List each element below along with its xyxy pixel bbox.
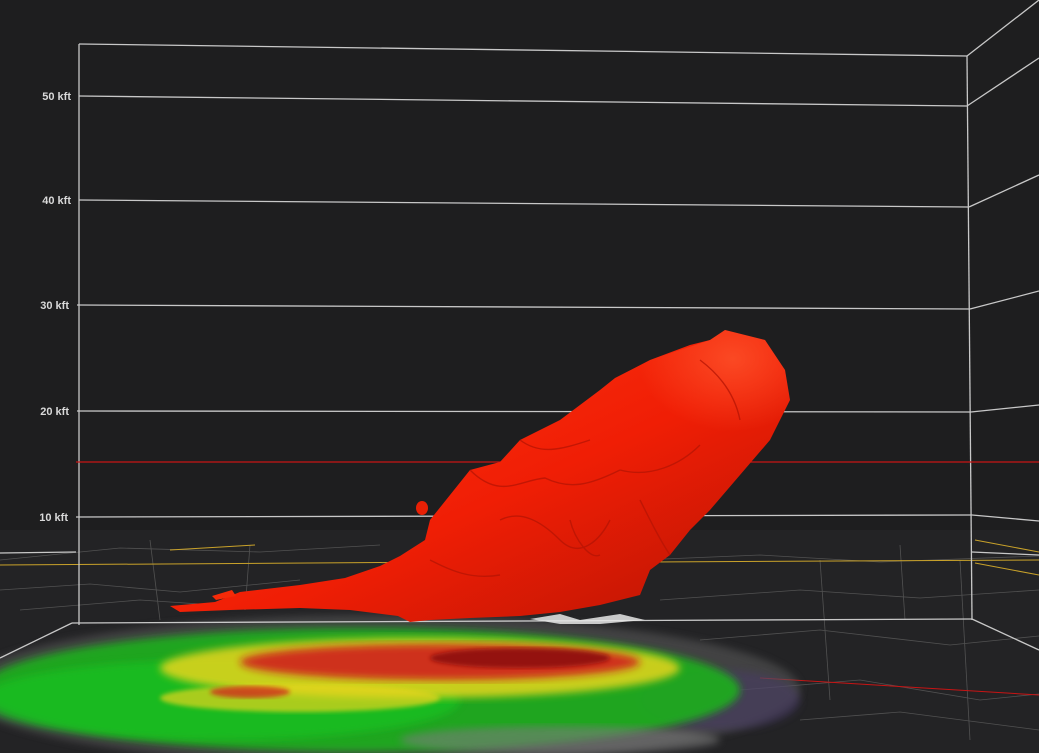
radar-3d-viewport[interactable]: 50 kft 40 kft 30 kft 20 kft 10 kft — [0, 0, 1039, 753]
altitude-label-10: 10 kft — [39, 512, 68, 524]
grid-line-50 — [78, 95, 968, 107]
grid-line-40 — [78, 199, 970, 208]
box-back-top-edge — [966, 0, 1039, 57]
altitude-label-30: 30 kft — [40, 300, 69, 312]
altitude-label-20: 20 kft — [40, 406, 69, 418]
altitude-labels: 50 kft 40 kft 30 kft 20 kft 10 kft — [39, 91, 71, 524]
grid-line-20 — [76, 410, 972, 413]
grid-line-20-side — [970, 404, 1039, 413]
altitude-label-40: 40 kft — [42, 195, 71, 207]
radar-3d-scene: 50 kft 40 kft 30 kft 20 kft 10 kft — [0, 0, 1039, 753]
grid-line-10-side — [971, 514, 1039, 522]
grid-line-40-side — [968, 174, 1039, 208]
isosurface-fragment — [416, 501, 428, 515]
box-top-edge — [78, 43, 968, 57]
grid-line-30-side — [969, 290, 1039, 310]
isosurface-highlight — [600, 330, 790, 475]
altitude-label-50: 50 kft — [42, 91, 71, 103]
grid-line-50-side — [966, 57, 1039, 107]
grid-line-30 — [76, 304, 971, 310]
